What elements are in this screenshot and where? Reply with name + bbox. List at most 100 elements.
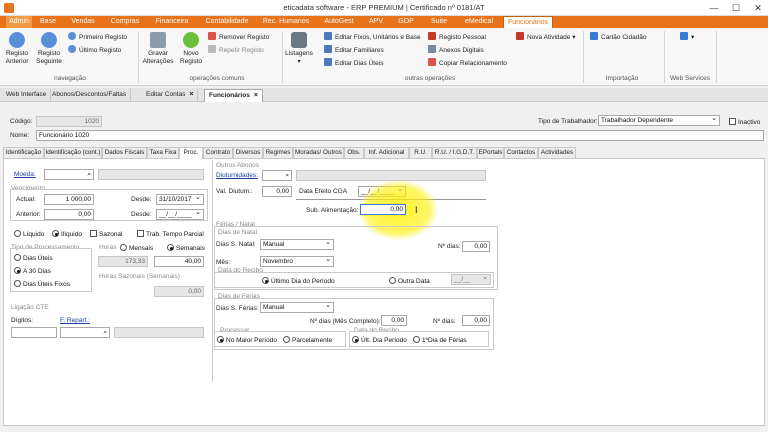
diuturnidades-field[interactable]: ⌕ [262,170,292,181]
close-tab-icon[interactable]: × [189,91,193,98]
doc-tab-editar-contas[interactable]: Editar Contas × [142,89,199,102]
anterior-field[interactable]: 0,00 [44,209,94,220]
editar-dias-uteis-button[interactable]: Editar Dias Úteis [324,58,383,69]
dias-uteis-fixos-radio[interactable]: Dias Úteis Fixos [14,280,70,288]
menu-admin[interactable]: Admin [6,16,32,28]
desde-date-1[interactable]: 31/10/2017 [156,194,204,205]
dias-uteis-radio[interactable]: Dias Úteis [14,254,53,262]
tab-identificacao[interactable]: Identificação [3,147,44,158]
minimize-button[interactable]: — [704,2,724,14]
tab-proc[interactable]: Proc. [179,147,203,159]
menu-gop[interactable]: GOP [394,16,418,28]
diuturnidades-link[interactable]: Diuturnidades: [216,172,258,179]
n-dias-field[interactable]: 0,00 [462,241,490,252]
menu-apv[interactable]: APV [364,16,388,28]
n-dias-mes-field[interactable]: 0,00 [381,315,407,326]
menu-autogest[interactable]: AutoGest [320,16,358,28]
printer-icon [291,32,307,48]
parcelamente-radio[interactable]: Parcelamente [283,336,332,344]
search-icon[interactable]: ⌕ [285,171,289,180]
tab-obs[interactable]: Obs. [344,147,364,158]
menu-vendas[interactable]: Vendas [68,16,98,28]
liquido-radio[interactable]: Líquido [14,230,44,238]
n-dias-2-field[interactable]: 0,00 [462,315,490,326]
editar-familiares-button[interactable]: Editar Familiares [324,45,384,56]
a30-dias-radio[interactable]: A 30 Dias [14,267,51,275]
inactivo-checkbox[interactable]: Inactivo [729,118,760,126]
moeda-link[interactable]: Moeda: [14,171,36,178]
chevron-down-icon: ▾ [572,34,576,41]
primeiro-registo-button[interactable]: Primeiro Registo [68,32,127,43]
tab-diversos[interactable]: Diversos [233,147,263,158]
desde-date-2[interactable]: __/__/____ [156,209,204,220]
close-window-button[interactable]: ✕ [748,2,768,14]
digitos-field[interactable] [11,327,57,338]
registo-seguinte-button[interactable]: Registo Seguinte [34,32,64,66]
menu-suite[interactable]: Suite [426,16,452,28]
doc-tab-abonos[interactable]: Abonos/Descontos/Faltas [48,89,132,102]
primeiro-dia-ferias-radio[interactable]: 1ºDia de Férias [413,336,467,344]
tab-taxa-fixa[interactable]: Taxa Fixa [147,147,179,158]
web-services-button[interactable]: ▾ [680,32,694,43]
ult-dia-periodo-radio[interactable]: Últ. Dia Período [352,336,407,344]
outra-data-radio[interactable]: Outra Data [389,277,430,285]
menu-financeira[interactable]: Financeira [152,16,192,28]
nova-atividade-button[interactable]: Nova Atividade ▾ [516,32,575,43]
editar-fixos-button[interactable]: Editar Fixos, Unitários e Base [324,32,421,43]
tab-dados-fiscais[interactable]: Dados Fiscais [102,147,147,158]
cartao-cidadao-button[interactable]: Cartão Cidadão [590,32,647,43]
dias-s-natal-select[interactable]: Manual [260,239,334,250]
tab-actividades[interactable]: Actividades [538,147,576,158]
search-icon[interactable]: ⌕ [87,170,91,179]
menu-rec-humanos[interactable]: Rec. Humanos [261,16,311,28]
ultimo-dia-radio[interactable]: Último Dia do Período [262,277,335,285]
menu-contabilidade[interactable]: Contabilidade [201,16,253,28]
val-diutum-field[interactable]: 0,00 [262,186,292,197]
tab-ru-igdt[interactable]: R.U. / I.G.D.T. [432,147,477,158]
tab-inf-adicional[interactable]: Inf. Adicional [364,147,409,158]
trab-parcial-checkbox[interactable]: Trab. Tempo Parcial [137,230,204,238]
registo-anterior-button[interactable]: Registo Anterior [2,32,32,66]
tab-contactos[interactable]: Contactos [504,147,538,158]
f-repart-link[interactable]: F. Repart.: [60,317,90,324]
horas-sazonais-field: 0,00 [154,286,204,297]
semanais-radio[interactable]: Semanais [167,244,205,252]
ultimo-registo-button[interactable]: Último Registo [68,45,121,56]
tab-moradas-outros[interactable]: Moradas/ Outros [293,147,344,158]
tipo-trabalhador-select[interactable]: Trabalhador Dependente [598,115,720,126]
close-tab-icon[interactable]: × [254,92,258,99]
gravar-button[interactable]: Gravar Alterações [142,32,174,66]
menu-base[interactable]: Base [36,16,60,28]
nome-field[interactable]: Funcionário 1020 [36,130,764,141]
iliquido-radio[interactable]: Ilíquido [52,230,82,238]
anexos-digitais-button[interactable]: Anexos Digitais [428,45,484,56]
tab-identificacao-cont[interactable]: Identificação (cont.) [44,147,102,158]
maior-periodo-radio[interactable]: No Maior Período [217,336,277,344]
registo-pessoal-button[interactable]: Registo Pessoal [428,32,486,43]
actual-field[interactable]: 1 000,00 [44,194,94,205]
mensais-radio[interactable]: Mensais [120,244,153,252]
tab-regimes[interactable]: Regimes [263,147,293,158]
tab-contrato[interactable]: Contrato [203,147,233,158]
sub-alimentacao-field[interactable]: 0,00 [360,204,406,215]
semanais-field[interactable]: 40,00 [154,256,204,267]
doc-tab-funcionarios[interactable]: Funcionários × [204,89,263,102]
tab-eportals[interactable]: EPortals [477,147,504,158]
menu-funcionarios[interactable]: Funcionários [503,16,553,28]
sazonal-checkbox[interactable]: Sazonal [90,230,123,238]
maximize-button[interactable]: ☐ [726,2,746,14]
remover-registo-button[interactable]: Remover Registo [208,32,269,43]
menu-emedical[interactable]: eMedical [460,16,498,28]
tab-ru[interactable]: R.U. [409,147,432,158]
f-repart-field[interactable]: ⌕ [60,327,110,338]
mes-select[interactable]: Novembro [260,256,334,267]
menu-compras[interactable]: Compras [108,16,142,28]
novo-registo-button[interactable]: Novo Registo [176,32,206,66]
listagens-button[interactable]: Listagens ▾ [284,32,314,66]
doc-tab-web-interface[interactable]: Web Interface [2,89,52,102]
search-icon[interactable]: ⌕ [103,328,107,337]
copiar-relacionamento-button[interactable]: Copiar Relacionamento [428,58,507,69]
dias-s-ferias-select[interactable]: Manual [260,302,334,313]
moeda-field[interactable]: ⌕ [44,169,94,180]
repetir-registo-button[interactable]: Repetir Registo [208,45,264,56]
